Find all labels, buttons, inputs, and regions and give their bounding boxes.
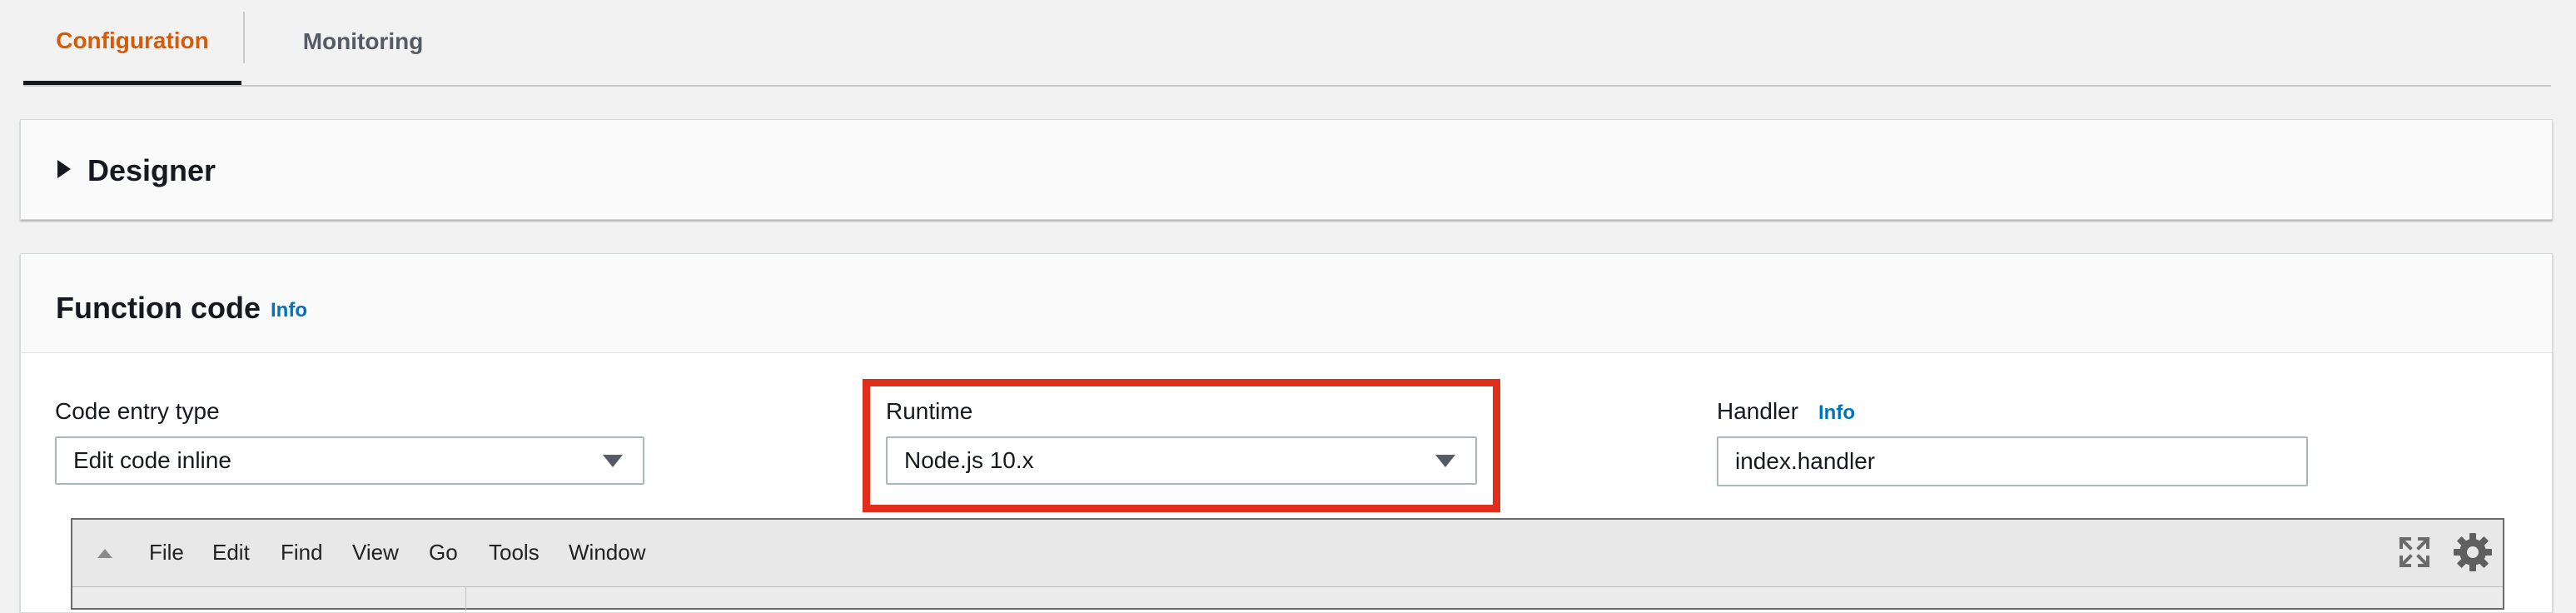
handler-info-link[interactable]: Info xyxy=(1818,401,1855,425)
caret-right-icon[interactable] xyxy=(57,160,71,178)
menu-edit[interactable]: Edit xyxy=(212,540,250,566)
menu-find[interactable]: Find xyxy=(281,540,323,566)
tab-bar: Configuration Monitoring xyxy=(23,0,2551,87)
code-entry-type-value: Edit code inline xyxy=(73,447,231,473)
code-editor[interactable]: File Edit Find View Go Tools Window xyxy=(71,518,2504,611)
code-entry-type-label: Code entry type xyxy=(55,398,220,424)
handler-label: Handler xyxy=(1717,398,1799,424)
code-entry-type-select[interactable]: Edit code inline xyxy=(55,436,644,485)
menu-tools[interactable]: Tools xyxy=(489,540,540,566)
fullscreen-icon[interactable] xyxy=(2399,536,2430,568)
menu-file[interactable]: File xyxy=(149,540,184,566)
menu-view[interactable]: View xyxy=(352,540,399,566)
designer-panel[interactable]: Designer xyxy=(20,119,2553,220)
menu-window[interactable]: Window xyxy=(569,540,645,566)
designer-title[interactable]: Designer xyxy=(87,153,216,188)
function-code-header: Function code Info xyxy=(21,254,2552,353)
editor-divider xyxy=(465,586,466,611)
menu-go[interactable]: Go xyxy=(429,540,458,566)
runtime-highlight-box xyxy=(863,379,1500,512)
collapse-up-icon[interactable] xyxy=(97,549,112,558)
editor-menubar: File Edit Find View Go Tools Window xyxy=(72,520,2503,587)
gear-icon[interactable] xyxy=(2452,531,2494,573)
tab-separator xyxy=(243,12,245,63)
dropdown-arrow-icon xyxy=(603,455,623,467)
function-code-info-link[interactable]: Info xyxy=(271,299,307,322)
tab-configuration[interactable]: Configuration xyxy=(23,0,241,85)
handler-input[interactable]: index.handler xyxy=(1717,436,2308,486)
tab-monitoring[interactable]: Monitoring xyxy=(246,0,480,83)
function-code-title: Function code xyxy=(56,291,261,325)
